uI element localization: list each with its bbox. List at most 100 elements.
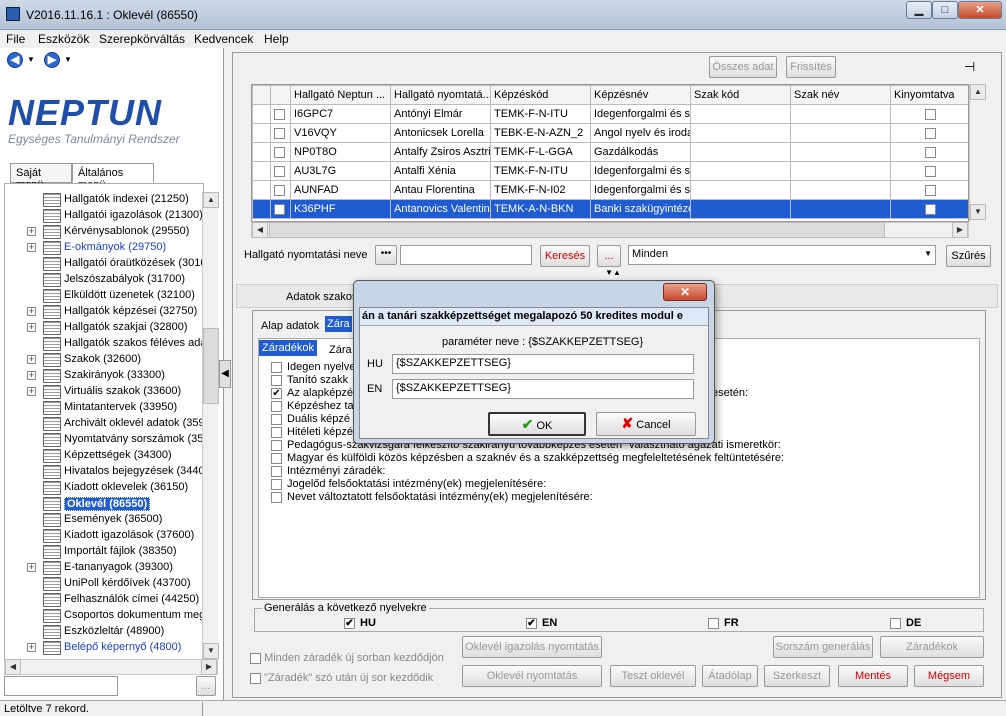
edit-button[interactable]: Szerkeszt <box>764 665 830 687</box>
row-checkbox[interactable] <box>274 165 285 177</box>
expand-icon[interactable]: + <box>27 323 36 332</box>
clauses-button[interactable]: Záradékok <box>880 636 984 658</box>
scroll-thumb[interactable] <box>203 328 219 404</box>
col-kepzeskod[interactable]: Képzéskód <box>490 85 591 105</box>
col-nyomtatasi-nev[interactable]: Hallgató nyomtatá... <box>390 85 491 105</box>
serial-generate-button[interactable]: Sorszám generálás <box>773 636 873 658</box>
row-checkbox[interactable] <box>274 108 285 120</box>
ok-button[interactable]: ✔ OK <box>488 412 586 436</box>
grid-scroll-right-icon[interactable]: ▶ <box>952 222 968 238</box>
col-neptun[interactable]: Hallgató Neptun ... <box>290 85 391 105</box>
checkbox[interactable]: ✔ <box>526 617 537 629</box>
table-row[interactable]: I6GPC7 Antónyi Elmár TEMK-F-N-ITU Idegenfor… <box>252 104 968 124</box>
expand-icon[interactable]: + <box>27 371 36 380</box>
printed-checkbox[interactable] <box>925 203 936 215</box>
hu-input[interactable]: {$SZAKKEPZETTSEG} <box>392 354 694 374</box>
back-dropdown-icon[interactable]: ▼ <box>27 55 35 64</box>
expand-icon[interactable]: + <box>27 563 36 572</box>
checkbox[interactable] <box>271 452 282 464</box>
collapse-panel-icon[interactable]: ◀ <box>219 360 231 388</box>
menu-help[interactable]: Help <box>264 32 289 46</box>
checkbox[interactable]: ✔ <box>271 387 282 399</box>
splitter-icon[interactable]: ▼▲ <box>596 268 630 278</box>
refresh-button[interactable]: Frissítés <box>786 56 836 78</box>
checkbox[interactable] <box>271 374 282 386</box>
grid-scroll-left-icon[interactable]: ◀ <box>252 222 268 238</box>
option-new-line[interactable]: Minden záradék új sorban kezdődjön <box>250 652 444 664</box>
tree-hscrollbar[interactable]: ◀ ▶ <box>4 659 218 675</box>
forward-icon[interactable]: ▶ <box>44 52 60 68</box>
minimize-button[interactable]: ▁ <box>906 1 932 19</box>
printed-checkbox[interactable] <box>925 146 936 158</box>
checkbox[interactable] <box>271 491 282 503</box>
save-button[interactable]: Mentés <box>838 665 908 687</box>
clause-checkbox[interactable]: Jogelőd felsőoktatási intézmény(ek) megj… <box>271 478 546 490</box>
filter-button[interactable]: Szűrés <box>946 245 991 267</box>
more-button[interactable]: ... <box>597 245 621 267</box>
lang-checkbox-en[interactable]: ✔ EN <box>526 617 557 629</box>
checkbox[interactable] <box>890 617 901 629</box>
scroll-up-icon[interactable]: ▲ <box>203 192 219 208</box>
scroll-down-icon[interactable]: ▼ <box>203 643 219 659</box>
col-szak-nev[interactable]: Szak név <box>790 85 891 105</box>
scroll-left-icon[interactable]: ◀ <box>5 659 21 675</box>
checkbox[interactable] <box>271 413 282 425</box>
option-word-new-line[interactable]: "Záradék" szó után új sor kezdődik <box>250 672 433 684</box>
table-row[interactable]: AU3L7G Antalfi Xénia TEMK-F-N-ITU Idegenfor… <box>252 161 968 181</box>
checkbox[interactable] <box>271 465 282 477</box>
table-row[interactable]: AUNFAD Antau Florentina TEMK-F-N-I02 Idegen… <box>252 180 968 200</box>
printed-checkbox[interactable] <box>925 127 936 139</box>
table-row[interactable]: V16VQY Antonicsek Lorella TEBK-E-N-AZN_2 An… <box>252 123 968 143</box>
maximize-button[interactable]: □ <box>932 1 958 19</box>
row-checkbox[interactable] <box>274 184 285 196</box>
grid-hscroll-thumb[interactable] <box>269 222 885 238</box>
subtab-zaradekok[interactable]: Záradékok <box>259 340 317 356</box>
lang-checkbox-de[interactable]: DE <box>890 617 921 629</box>
search-button[interactable]: Keresés <box>540 245 590 267</box>
search-input[interactable] <box>400 245 532 265</box>
back-icon[interactable]: ◀ <box>7 52 23 68</box>
tab-zaradek[interactable]: Zára <box>325 316 352 332</box>
cancel-button[interactable]: Mégsem <box>914 665 984 687</box>
clause-checkbox[interactable]: Intézményi záradék: <box>271 465 385 477</box>
row-checkbox[interactable] <box>274 146 285 158</box>
expand-icon[interactable]: + <box>27 643 36 652</box>
checkbox[interactable] <box>271 478 282 490</box>
clause-checkbox[interactable]: Idegen nyelve <box>271 361 356 373</box>
menu-file[interactable]: File <box>6 32 25 46</box>
menu-eszkozok[interactable]: Eszközök <box>38 32 89 46</box>
clause-checkbox[interactable]: Képzéshez ta <box>271 400 354 412</box>
scroll-right-icon[interactable]: ▶ <box>201 659 217 675</box>
clause-checkbox[interactable]: Hitéleti képzé <box>271 426 353 438</box>
clause-checkbox[interactable]: Magyar és külföldi közös képzésben a sza… <box>271 452 784 464</box>
expand-icon[interactable]: + <box>27 243 36 252</box>
all-data-button[interactable]: Összes adat <box>709 56 777 78</box>
grid-scroll-up-icon[interactable]: ▲ <box>970 84 986 100</box>
expand-icon[interactable]: + <box>27 227 36 236</box>
dialog-close-button[interactable]: ✕ <box>663 283 707 301</box>
dialog-cancel-button[interactable]: ✘ Cancel <box>596 412 696 436</box>
expand-icon[interactable]: + <box>27 355 36 364</box>
handover-button[interactable]: Átadólap <box>702 665 758 687</box>
checkbox[interactable] <box>271 426 282 438</box>
clause-checkbox[interactable]: Nevet változtatott felsőoktatási intézmé… <box>271 491 593 503</box>
certificate-print-button[interactable]: Oklevél igazolás nyomtatás <box>462 636 602 658</box>
row-checkbox[interactable] <box>274 203 285 215</box>
checkbox[interactable] <box>271 439 282 451</box>
en-input[interactable]: {$SZAKKEPZETTSEG} <box>392 379 694 399</box>
menu-kedvencek[interactable]: Kedvencek <box>194 32 253 46</box>
checkbox[interactable] <box>271 361 282 373</box>
tab-altalanos-menu[interactable]: Általános menü <box>72 163 154 191</box>
clause-checkbox[interactable]: Duális képzé <box>271 413 350 425</box>
diploma-print-button[interactable]: Oklevél nyomtatás <box>462 665 602 687</box>
filter-select[interactable]: Minden ▼ <box>628 245 936 265</box>
forward-dropdown-icon[interactable]: ▼ <box>64 55 72 64</box>
printed-checkbox[interactable] <box>925 165 936 177</box>
printed-checkbox[interactable] <box>925 108 936 120</box>
clause-checkbox[interactable]: Tanító szakk <box>271 374 348 386</box>
printed-checkbox[interactable] <box>925 184 936 196</box>
grid-scrollbar[interactable]: ▲ ▼ <box>969 84 986 222</box>
tab-sajat-menu[interactable]: Saját menü <box>10 163 72 191</box>
pin-icon[interactable]: ⊣ <box>964 59 975 75</box>
test-diploma-button[interactable]: Teszt oklevél <box>610 665 696 687</box>
